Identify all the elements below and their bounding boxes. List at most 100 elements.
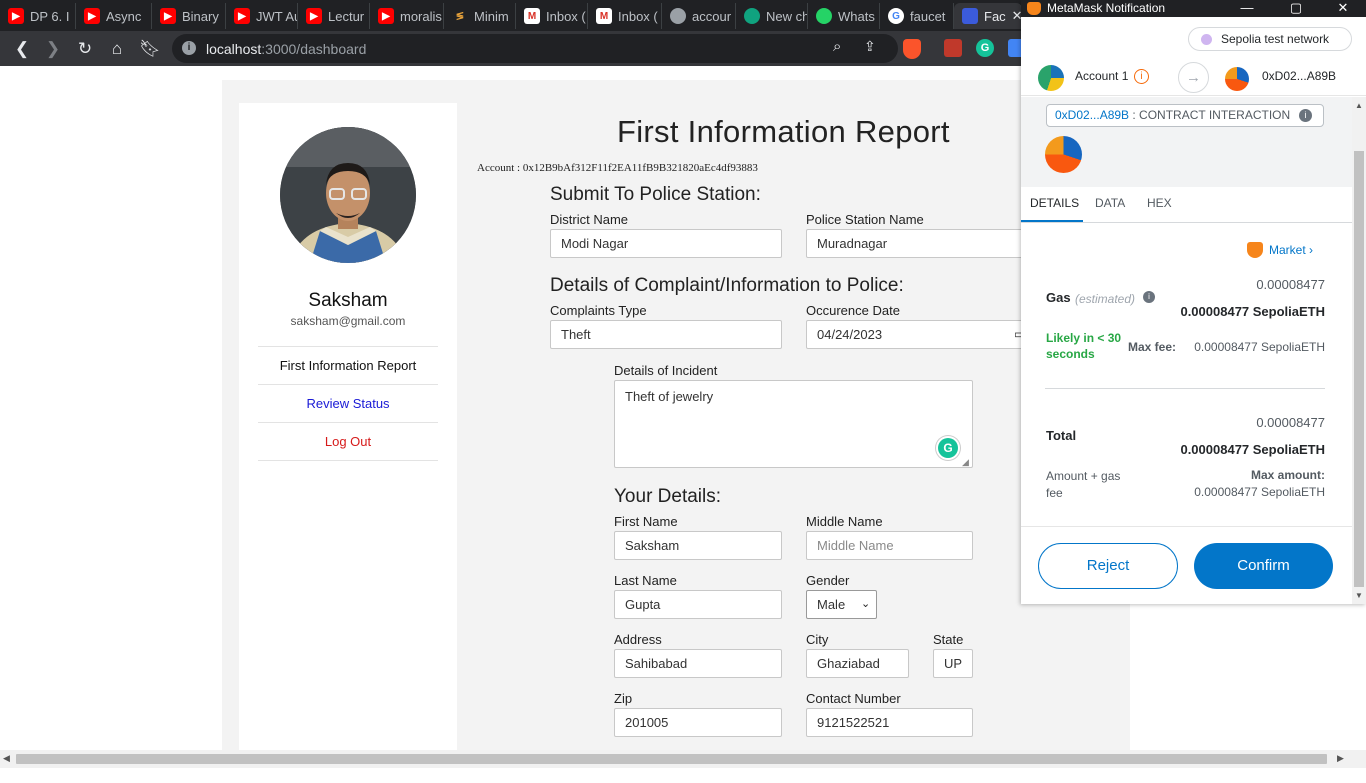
metamask-scrollbar[interactable]: ▲ ▼ <box>1352 97 1366 604</box>
horizontal-scroll-thumb[interactable] <box>16 754 1327 764</box>
incident-textarea[interactable]: Theft of jewelry G ◢ <box>614 380 973 468</box>
contact-input[interactable]: 9121522521 <box>806 708 973 737</box>
chevron-down-icon: ⌄ <box>861 598 871 610</box>
bookmark-icon[interactable]: 🔖︎ <box>139 38 161 60</box>
scroll-up-icon[interactable]: ▲ <box>1355 101 1363 110</box>
complaint-type-label: Complaints Type <box>550 303 647 318</box>
nav-label: Log Out <box>324 434 372 449</box>
forward-icon[interactable]: ❯ <box>42 38 64 60</box>
middle-name-input[interactable]: Middle Name <box>806 531 973 560</box>
max-amount-value: 0.00008477 SepoliaETH <box>1194 485 1325 499</box>
first-name-input[interactable]: Saksham <box>614 531 782 560</box>
horizontal-scrollbar[interactable]: ◀ ▶ <box>0 750 1366 768</box>
nav-label: Review Status <box>306 396 390 411</box>
browser-tab[interactable]: ≶ Minim <box>444 3 516 29</box>
tab-data[interactable]: DATA <box>1095 196 1125 210</box>
gender-select[interactable]: Male ⌄ <box>806 590 877 619</box>
max-amount-label: Max amount: <box>1250 468 1325 482</box>
tab-details[interactable]: DETAILS <box>1030 196 1079 210</box>
scroll-right-icon[interactable]: ▶ <box>1337 753 1344 764</box>
zip-input[interactable]: 201005 <box>614 708 782 737</box>
to-address[interactable]: 0xD02...A89B <box>1262 69 1336 83</box>
network-selector[interactable]: Sepolia test network <box>1188 27 1352 51</box>
scroll-left-icon[interactable]: ◀ <box>3 753 10 764</box>
occurrence-date-input[interactable]: 04/24/2023 ▭ <box>806 320 1036 349</box>
browser-tab[interactable]: G faucet <box>880 3 954 29</box>
tab-label: JWT Au <box>256 8 298 24</box>
gmail-icon: M <box>596 8 612 24</box>
tab-label: Binary <box>182 8 219 24</box>
browser-tab[interactable]: M Inbox ( <box>588 3 662 29</box>
browser-tab[interactable]: ▶ Async <box>76 3 152 29</box>
browser-tab[interactable]: ▶ Binary <box>152 3 226 29</box>
maximize-icon[interactable]: ▢ <box>1284 0 1308 17</box>
address-input[interactable]: Sahibabad <box>614 649 782 678</box>
max-fee-label: Max fee: <box>1128 340 1177 354</box>
nav-log-out[interactable]: Log Out <box>258 422 438 460</box>
from-account-name[interactable]: Account 1 <box>1075 69 1128 83</box>
resize-handle-icon[interactable]: ◢ <box>962 457 969 468</box>
nav-first-information-report[interactable]: First Information Report <box>258 346 438 384</box>
zip-label: Zip <box>614 691 633 706</box>
profile-email: saksham@gmail.com <box>290 314 406 328</box>
browser-tab-active[interactable]: Fac ✕ <box>954 3 1022 29</box>
nav-review-status[interactable]: Review Status <box>258 384 438 422</box>
section-your-details-heading: Your Details: <box>614 486 722 507</box>
extension-icon[interactable] <box>944 39 962 57</box>
occurrence-date-label: Occurence Date <box>806 303 900 318</box>
market-link[interactable]: Market › <box>1269 243 1313 257</box>
complaint-type-input[interactable]: Theft <box>550 320 782 349</box>
brave-icon[interactable] <box>903 39 921 59</box>
metamask-scroll-thumb[interactable] <box>1354 151 1364 587</box>
district-input[interactable]: Modi Nagar <box>550 229 782 258</box>
scroll-down-icon[interactable]: ▼ <box>1355 591 1363 600</box>
network-name: Sepolia test network <box>1221 32 1330 46</box>
last-name-input[interactable]: Gupta <box>614 590 782 619</box>
reject-button[interactable]: Reject <box>1038 543 1178 589</box>
tab-hex[interactable]: HEX <box>1147 196 1172 210</box>
info-icon[interactable]: i <box>1134 69 1149 84</box>
browser-tab[interactable]: ▶ DP 6. I <box>0 3 76 29</box>
state-input[interactable]: UP <box>933 649 973 678</box>
minimize-icon[interactable]: — <box>1235 0 1259 17</box>
share-icon[interactable]: ⇪ <box>864 38 876 55</box>
confirm-button[interactable]: Confirm <box>1194 543 1333 589</box>
station-input[interactable]: Muradnagar <box>806 229 1036 258</box>
browser-tab[interactable]: ▶ JWT Au <box>226 3 298 29</box>
info-icon[interactable]: i <box>1299 109 1312 122</box>
nav-divider <box>258 460 438 461</box>
state-label: State <box>933 632 964 647</box>
youtube-icon: ▶ <box>84 8 100 24</box>
browser-tab[interactable]: New ch <box>736 3 808 29</box>
contract-interaction-chip[interactable]: 0xD02...A89B : CONTRACT INTERACTION i <box>1046 104 1324 127</box>
grammarly-icon[interactable]: G <box>976 39 994 57</box>
browser-tab[interactable]: Whats <box>808 3 880 29</box>
address-bar[interactable]: i localhost:3000/dashboard ⌕ ⇪ <box>172 34 898 63</box>
tab-label: faucet <box>910 8 946 24</box>
globe-icon <box>670 8 686 24</box>
city-input[interactable]: Ghaziabad <box>806 649 909 678</box>
tab-label: New ch <box>766 8 808 24</box>
close-icon[interactable]: ✕ <box>1331 0 1355 17</box>
contract-identicon <box>1045 136 1082 173</box>
reload-icon[interactable]: ↻ <box>74 38 96 60</box>
transaction-tabs: DETAILS DATA HEX <box>1021 187 1352 223</box>
zoom-icon[interactable]: ⌕ <box>833 38 841 55</box>
contract-address[interactable]: 0xD02...A89B <box>1055 108 1129 122</box>
browser-tab[interactable]: ▶ Lectur <box>298 3 370 29</box>
home-icon[interactable]: ⌂ <box>106 38 128 60</box>
info-icon[interactable]: i <box>1143 291 1155 303</box>
incident-text: Theft of jewelry <box>625 389 714 404</box>
details-divider <box>1045 388 1325 389</box>
tab-label: accour <box>692 8 732 24</box>
translate-icon[interactable] <box>1008 39 1022 57</box>
grammarly-icon[interactable]: G <box>938 438 958 458</box>
account-identicon <box>1038 65 1064 91</box>
back-icon[interactable]: ❮ <box>11 38 33 60</box>
contact-label: Contact Number <box>806 691 901 706</box>
info-icon[interactable]: i <box>182 41 196 55</box>
browser-tab[interactable]: M Inbox ( <box>516 3 588 29</box>
browser-tab[interactable]: ▶ moralis <box>370 3 444 29</box>
transaction-summary: 0xD02...A89B : CONTRACT INTERACTION i <box>1021 97 1352 187</box>
browser-tab[interactable]: accour <box>662 3 736 29</box>
